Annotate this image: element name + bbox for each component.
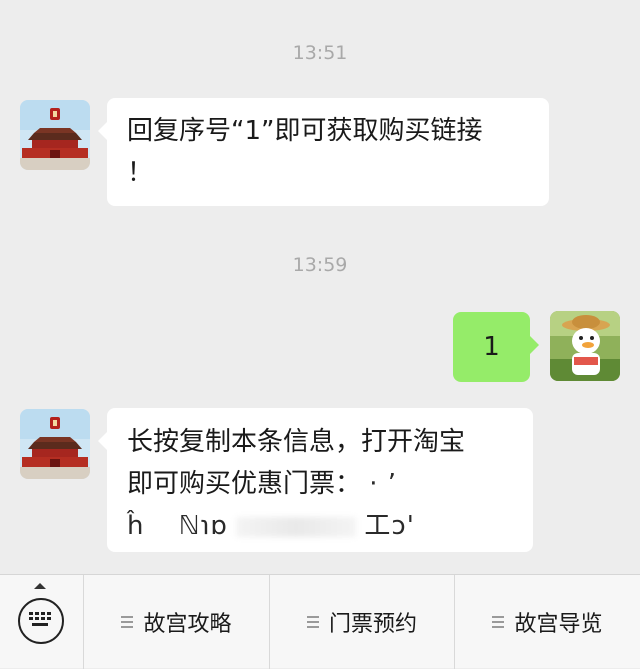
obscured-code: ĥ — [127, 511, 145, 541]
message-text: 回复序号“1”即可获取购买链接 — [127, 116, 483, 146]
obscured-code: · ’ — [369, 469, 398, 499]
timestamp: 13:51 — [292, 42, 348, 64]
hamburger-icon — [306, 613, 319, 631]
obscured-code: ℕ℩ɒ — [178, 511, 228, 541]
menu-item-ticket-booking[interactable]: 门票预约 — [270, 575, 455, 669]
sent-message-bubble[interactable]: 1 — [453, 312, 539, 382]
menu-item-label: 故宫导览 — [514, 612, 603, 637]
menu-item-label: 故宫攻略 — [143, 612, 232, 637]
obscured-code: 工ɔ' — [364, 511, 415, 541]
palace-museum-avatar[interactable] — [20, 409, 90, 479]
hamburger-icon — [121, 613, 134, 631]
menu-item-palace-guide[interactable]: 故宫攻略 — [84, 575, 270, 669]
message-bubble[interactable]: 长按复制本条信息，打开淘宝 即可购买优惠门票： · ’ ĥ ℕ℩ɒ 工ɔ' — [98, 408, 533, 552]
caret-up-icon — [34, 583, 46, 589]
message-text: 长按复制本条信息，打开淘宝 — [127, 427, 466, 457]
message-text: 1 — [483, 332, 500, 362]
hamburger-icon — [492, 613, 505, 631]
keyboard-toggle-button[interactable] — [0, 575, 84, 669]
menu-item-palace-tour[interactable]: 故宫导览 — [455, 575, 640, 669]
palace-museum-avatar[interactable] — [20, 100, 90, 170]
keyboard-icon — [18, 598, 64, 644]
timestamp: 13:59 — [292, 254, 348, 276]
message-text: 即可购买优惠门票： — [127, 469, 362, 499]
official-account-menu-bar: 故宫攻略 门票预约 故宫导览 — [0, 574, 640, 669]
blurred-code — [236, 516, 357, 537]
message-bubble[interactable]: 回复序号“1”即可获取购买链接 ！ — [98, 98, 549, 206]
menu-item-label: 门票预约 — [328, 612, 417, 637]
cartoon-duck-avatar[interactable] — [550, 311, 620, 381]
message-text: ！ — [127, 158, 154, 188]
